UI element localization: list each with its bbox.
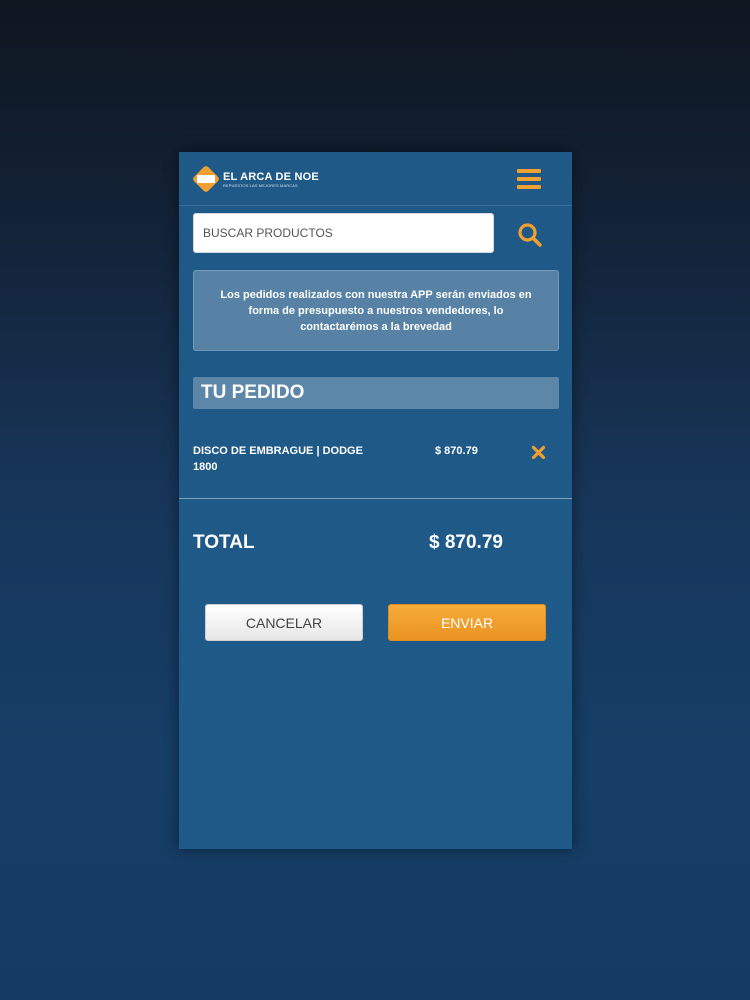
search-icon[interactable] bbox=[517, 222, 543, 248]
app-screen: EL ARCA DE NOE REPUESTOS LAS MEJORES MAR… bbox=[179, 152, 572, 849]
total-value: $ 870.79 bbox=[429, 532, 503, 553]
send-button[interactable]: ENVIAR bbox=[388, 604, 546, 641]
order-notice: Los pedidos realizados con nuestra APP s… bbox=[193, 270, 559, 351]
brand-logo[interactable]: EL ARCA DE NOE REPUESTOS LAS MEJORES MAR… bbox=[191, 164, 319, 194]
order-item-price: $ 870.79 bbox=[435, 445, 478, 457]
app-header: EL ARCA DE NOE REPUESTOS LAS MEJORES MAR… bbox=[179, 152, 572, 206]
order-item-name: DISCO DE EMBRAGUE | DODGE 1800 bbox=[193, 445, 363, 473]
search-input[interactable] bbox=[193, 213, 494, 253]
notice-text: Los pedidos realizados con nuestra APP s… bbox=[220, 288, 532, 333]
total-label: TOTAL bbox=[193, 532, 255, 553]
brand-name: EL ARCA DE NOE bbox=[223, 170, 319, 183]
remove-item-icon[interactable] bbox=[531, 445, 546, 460]
order-item-row: DISCO DE EMBRAGUE | DODGE 1800 $ 870.79 bbox=[179, 435, 572, 499]
brand-tagline: REPUESTOS LAS MEJORES MARCAS bbox=[223, 182, 298, 188]
order-section-title: TU PEDIDO bbox=[193, 377, 559, 409]
logo-badge-icon bbox=[191, 164, 221, 194]
hamburger-menu-icon[interactable] bbox=[517, 169, 541, 189]
cancel-button[interactable]: CANCELAR bbox=[205, 604, 363, 641]
